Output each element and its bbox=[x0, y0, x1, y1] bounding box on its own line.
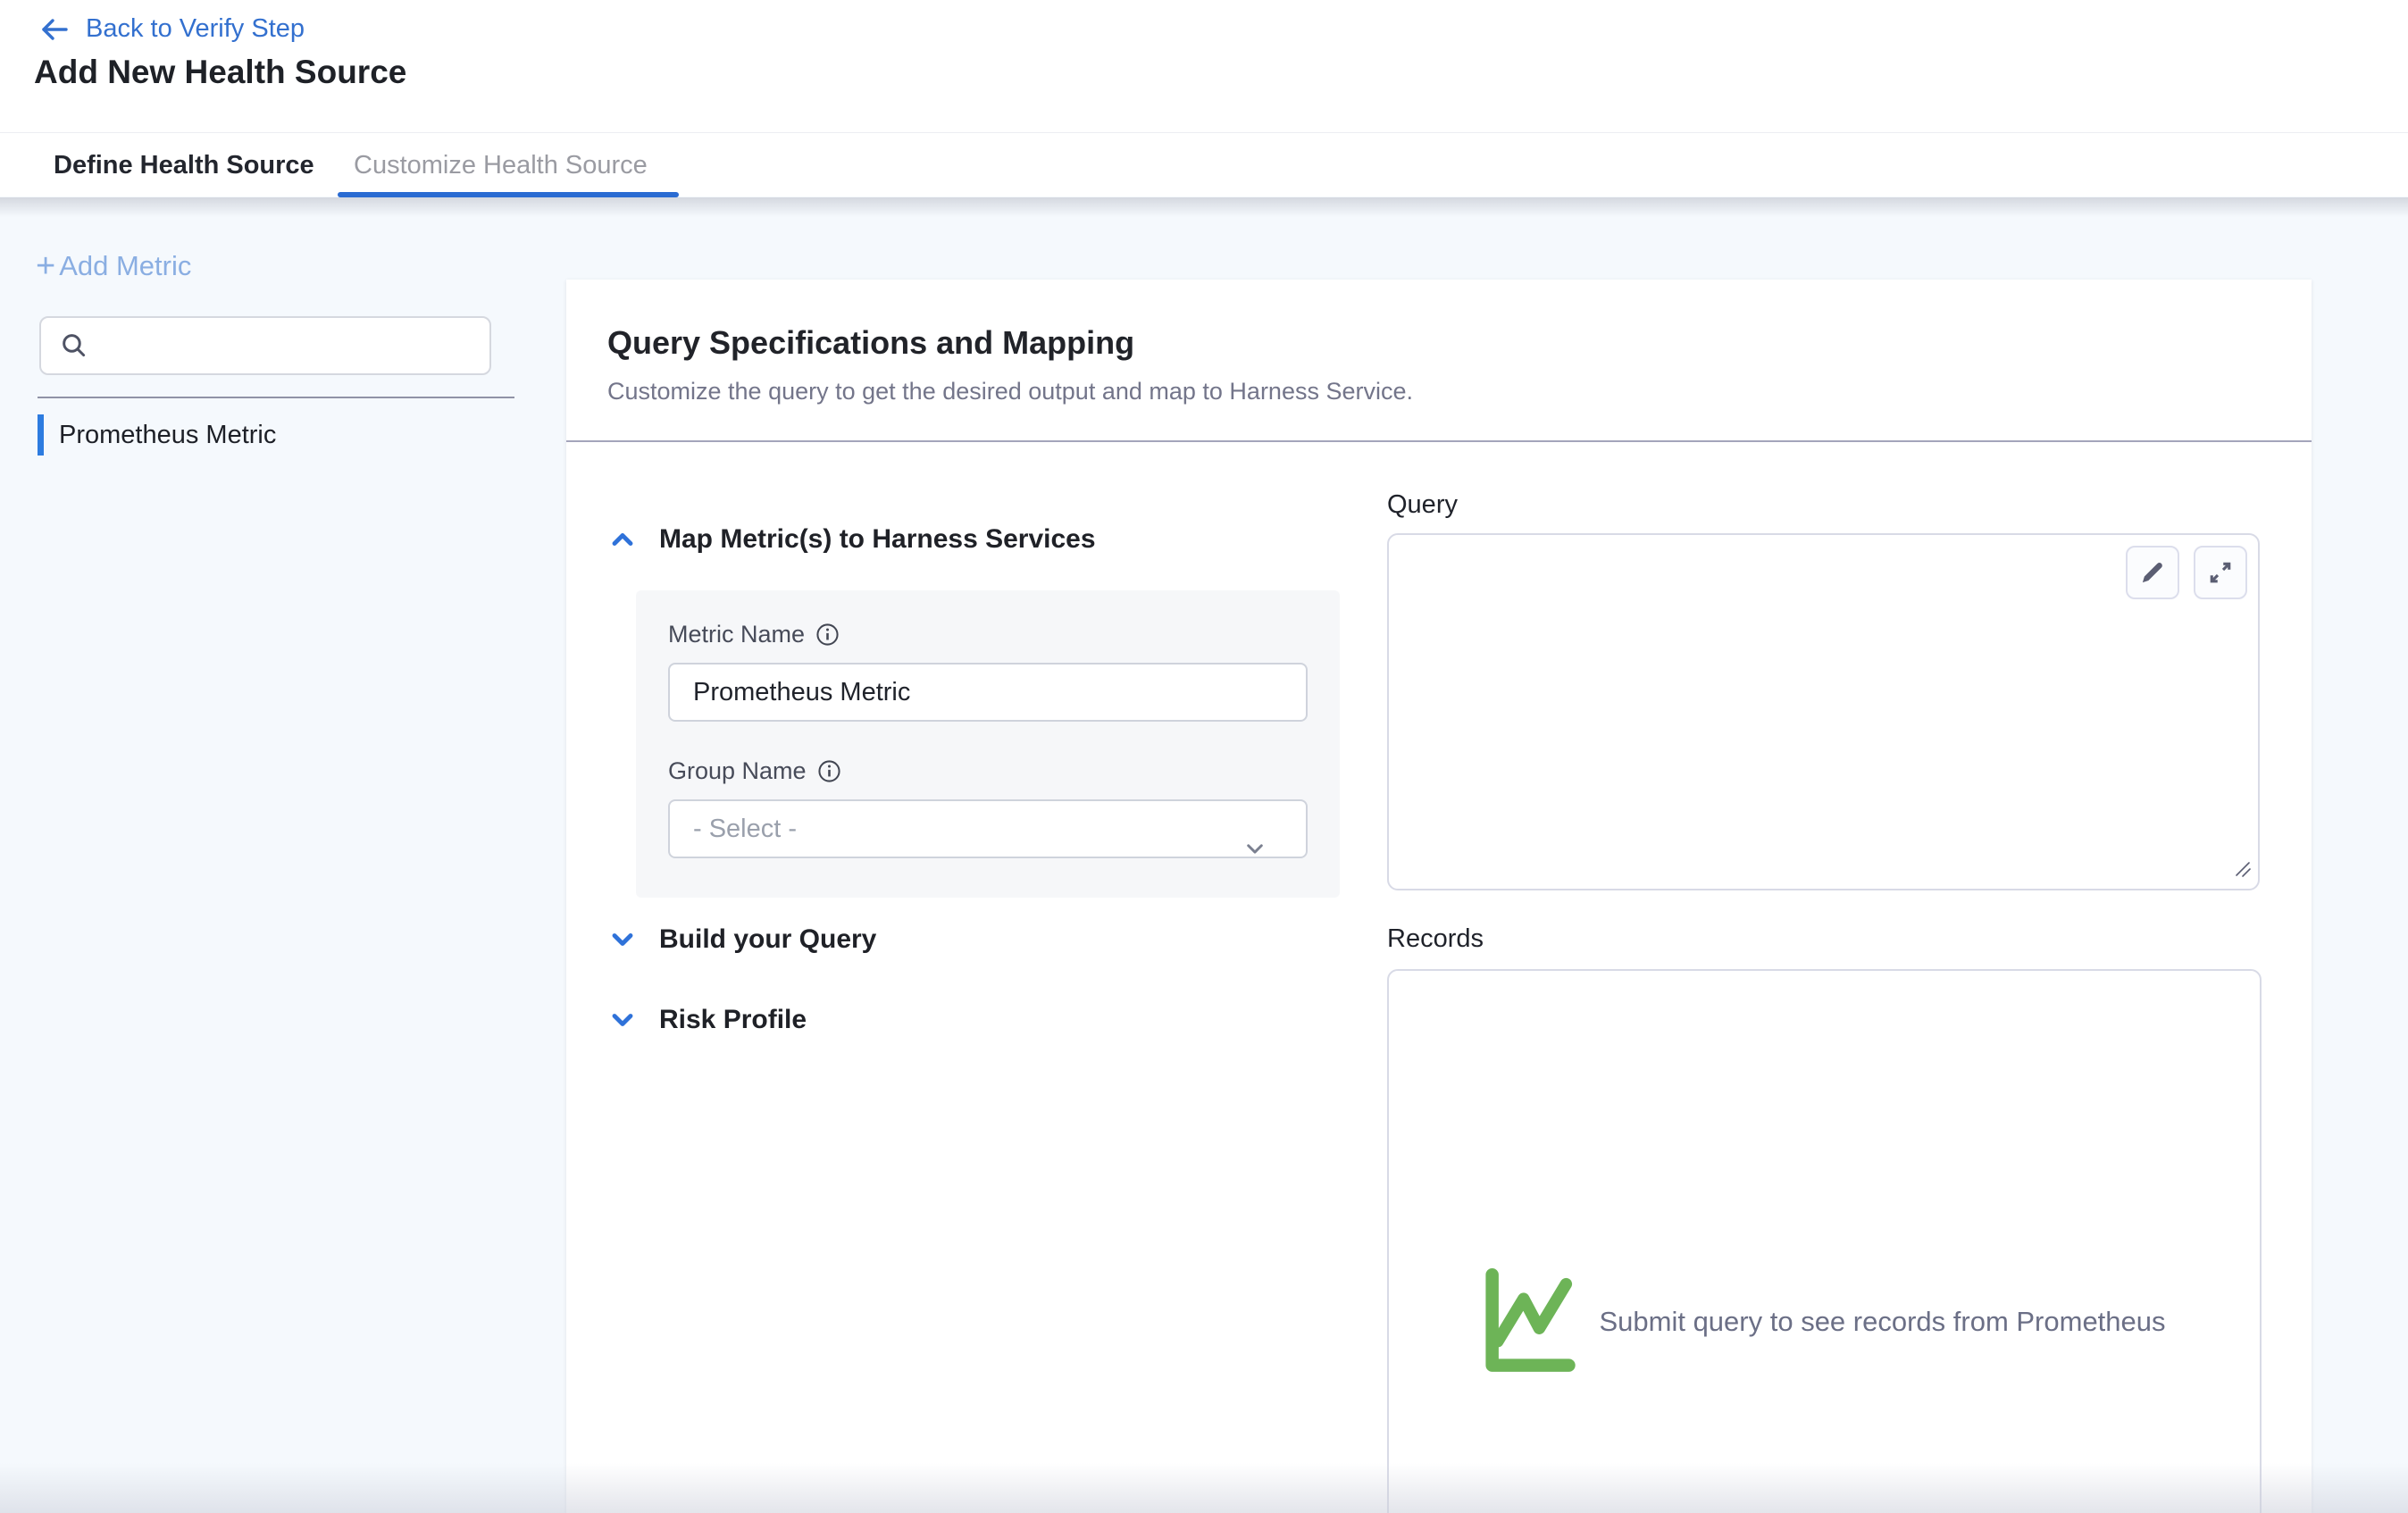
sidebar-item-prometheus-metric[interactable]: Prometheus Metric bbox=[38, 413, 538, 457]
panel-divider bbox=[566, 440, 2312, 442]
group-name-label-row: Group Name bbox=[668, 757, 1308, 785]
panel-title: Query Specifications and Mapping bbox=[607, 324, 1134, 362]
records-empty-text: Submit query to see records from Prometh… bbox=[1599, 1306, 2165, 1338]
health-source-tabbar: Define Health Source Customize Health So… bbox=[0, 132, 2408, 196]
section-risk-profile[interactable]: Risk Profile bbox=[609, 1005, 807, 1035]
records-empty-state: Submit query to see records from Prometh… bbox=[1389, 1267, 2260, 1376]
group-name-label: Group Name bbox=[668, 757, 807, 785]
back-link-label: Back to Verify Step bbox=[86, 14, 305, 44]
pencil-icon bbox=[2139, 559, 2166, 586]
add-metric-button[interactable]: + Add Metric bbox=[36, 250, 191, 282]
metric-item-label: Prometheus Metric bbox=[59, 421, 276, 450]
tab-define-health-source[interactable]: Define Health Source bbox=[54, 133, 314, 197]
chevron-up-icon bbox=[609, 526, 636, 553]
select-placeholder: - Select - bbox=[693, 815, 797, 844]
info-icon[interactable] bbox=[815, 623, 840, 647]
section-label: Risk Profile bbox=[659, 1005, 807, 1035]
metric-search-input[interactable] bbox=[39, 316, 491, 375]
sidebar-divider bbox=[38, 397, 514, 398]
line-chart-icon bbox=[1483, 1267, 1576, 1376]
tab-customize-health-source[interactable]: Customize Health Source bbox=[354, 133, 648, 197]
arrow-left-icon bbox=[39, 16, 70, 43]
records-label: Records bbox=[1387, 924, 1484, 954]
section-map-metrics[interactable]: Map Metric(s) to Harness Services bbox=[609, 524, 1096, 555]
back-to-verify-step-link[interactable]: Back to Verify Step bbox=[39, 14, 305, 44]
page-title: Add New Health Source bbox=[34, 54, 406, 91]
active-tab-underline bbox=[338, 192, 679, 197]
query-label: Query bbox=[1387, 490, 1458, 520]
edit-query-button[interactable] bbox=[2126, 546, 2179, 599]
group-name-select[interactable]: - Select - bbox=[668, 799, 1308, 858]
metric-name-label-row: Metric Name bbox=[668, 621, 1308, 648]
metric-name-input[interactable] bbox=[668, 663, 1308, 722]
query-toolbar bbox=[2126, 546, 2247, 599]
map-metrics-card: Metric Name Group Name bbox=[636, 590, 1340, 898]
records-panel: Submit query to see records from Prometh… bbox=[1387, 969, 2262, 1513]
query-editor bbox=[1387, 533, 2260, 890]
metric-search bbox=[39, 316, 491, 375]
metric-name-label: Metric Name bbox=[668, 621, 805, 648]
selected-indicator-bar bbox=[38, 414, 44, 456]
add-metric-label: Add Metric bbox=[59, 250, 191, 282]
query-specifications-panel: Query Specifications and Mapping Customi… bbox=[566, 280, 2312, 1513]
chevron-down-icon bbox=[609, 926, 636, 953]
plus-icon: + bbox=[36, 253, 55, 280]
resize-handle[interactable] bbox=[2233, 859, 2253, 883]
section-label: Build your Query bbox=[659, 924, 876, 955]
expand-query-button[interactable] bbox=[2194, 546, 2247, 599]
app-screen: Back to Verify Step Add New Health Sourc… bbox=[0, 0, 2408, 1513]
section-build-your-query[interactable]: Build your Query bbox=[609, 924, 876, 955]
section-label: Map Metric(s) to Harness Services bbox=[659, 524, 1096, 555]
panel-subtitle: Customize the query to get the desired o… bbox=[607, 378, 1413, 405]
chevron-down-icon bbox=[609, 1007, 636, 1033]
metrics-sidebar: + Add Metric Prometheus Metric bbox=[0, 196, 566, 1513]
info-icon[interactable] bbox=[817, 759, 841, 783]
page-header: Back to Verify Step Add New Health Sourc… bbox=[0, 0, 2408, 132]
expand-icon bbox=[2207, 559, 2234, 586]
